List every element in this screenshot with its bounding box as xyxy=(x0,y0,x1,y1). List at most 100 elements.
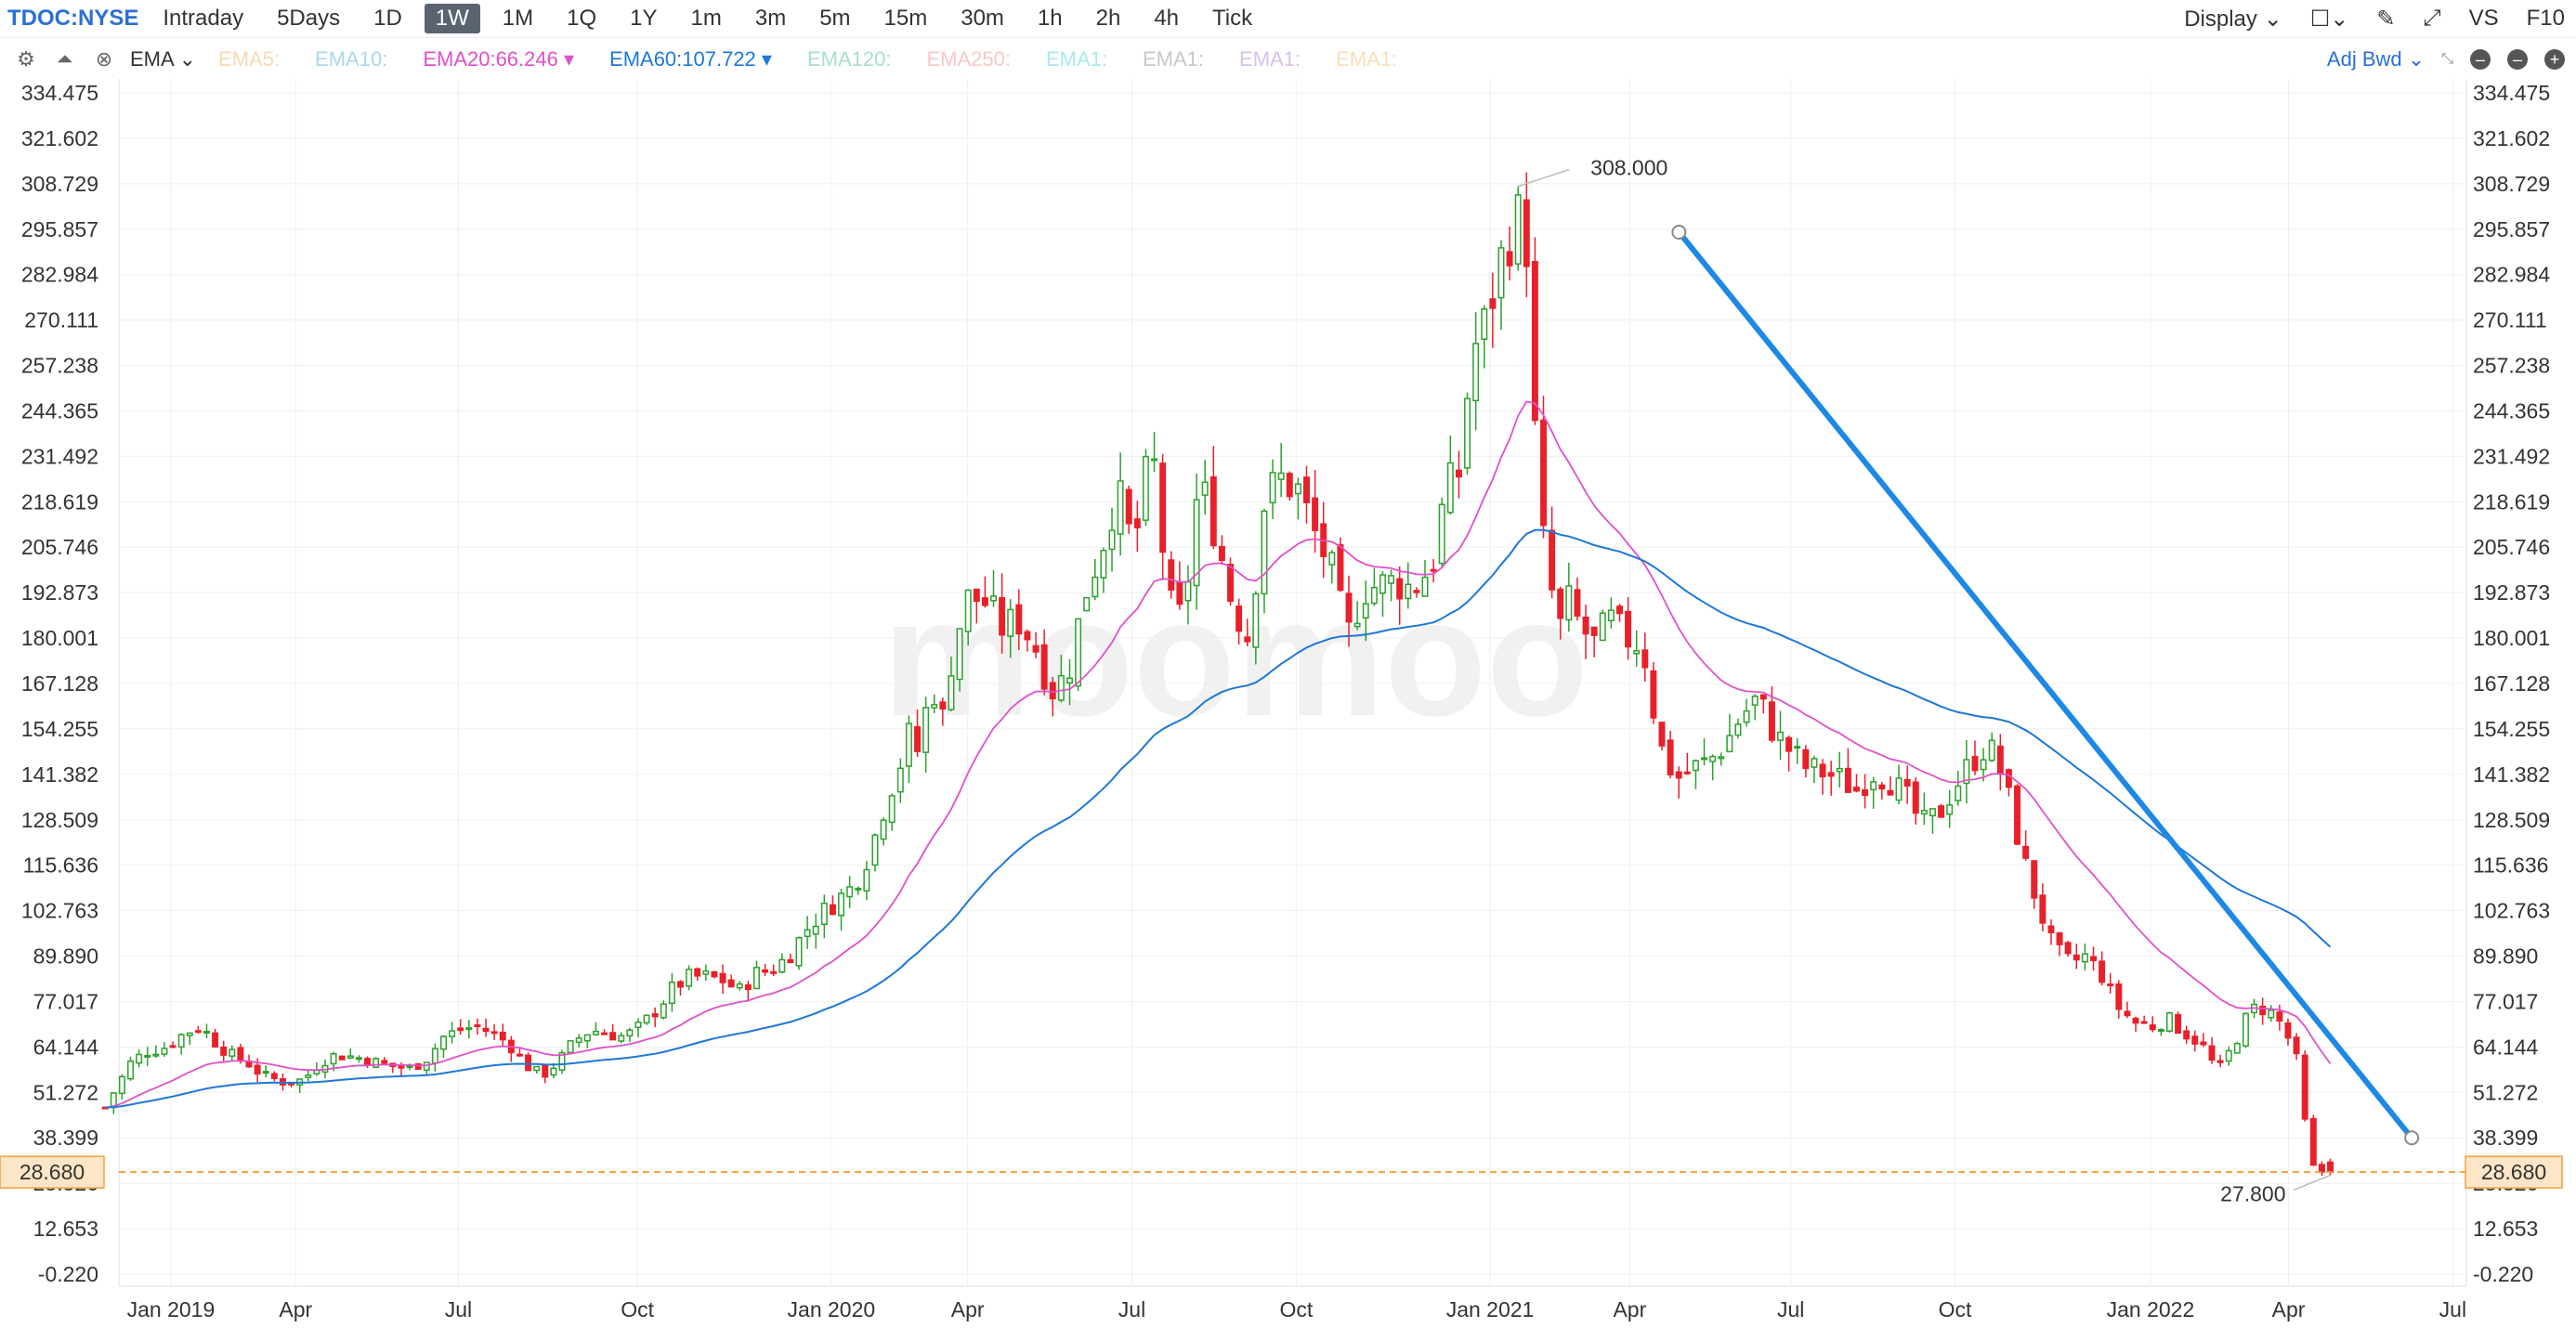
y-tick-label-left: 141.382 xyxy=(21,762,98,787)
candle-down xyxy=(1540,419,1547,527)
y-tick-label-right: 64.144 xyxy=(2473,1035,2539,1059)
candle-down xyxy=(1844,767,1851,793)
candle-down xyxy=(1938,805,1945,818)
y-tick-label-right: 282.984 xyxy=(2473,263,2550,287)
candle-up xyxy=(533,1065,541,1072)
candle-up xyxy=(575,1037,582,1044)
candle-up xyxy=(618,1035,625,1042)
candle-up xyxy=(1261,510,1268,595)
candle-down xyxy=(981,597,988,606)
candle-down xyxy=(194,1030,202,1034)
candle-down xyxy=(1590,626,1598,636)
y-tick-label-left: 282.984 xyxy=(21,263,98,287)
candle-down xyxy=(829,904,836,916)
candle-down xyxy=(1641,649,1649,669)
candle-down xyxy=(1582,616,1589,635)
candle-up xyxy=(668,982,675,1005)
candle-up xyxy=(1269,472,1276,504)
candle-down xyxy=(2216,1060,2224,1063)
candle-down xyxy=(1903,778,1911,788)
candle-down xyxy=(1024,631,1031,641)
x-tick-label: Jul xyxy=(1118,1297,1145,1321)
y-tick-label-right: 270.111 xyxy=(2473,308,2547,332)
candle-up xyxy=(1955,785,1962,801)
price-chart[interactable]: moomoo334.475 334.475321.602 321.602308.72… xyxy=(0,0,2576,1328)
x-tick-label: Oct xyxy=(1279,1297,1313,1321)
candle-down xyxy=(169,1045,177,1048)
candle-down xyxy=(1785,736,1793,752)
candle-up xyxy=(660,1003,667,1019)
candle-up xyxy=(1794,746,1801,749)
candle-up xyxy=(643,1014,650,1024)
x-tick-label: Jan 2021 xyxy=(1446,1297,1535,1321)
candle-down xyxy=(1049,682,1056,700)
y-tick-label-left: 89.890 xyxy=(33,944,98,969)
candle-down xyxy=(270,1073,278,1079)
candle-up xyxy=(1870,781,1877,791)
candle-up xyxy=(871,834,879,866)
x-tick-label: Apr xyxy=(2272,1297,2306,1321)
y-tick-label-right: -0.220 xyxy=(2473,1262,2533,1286)
candle-up xyxy=(449,1030,456,1037)
candle-down xyxy=(2318,1164,2325,1173)
y-tick-label-left: 334.475 xyxy=(21,81,98,105)
candle-down xyxy=(770,970,778,974)
candle-up xyxy=(1446,462,1454,514)
y-tick-label-right: 257.238 xyxy=(2473,354,2550,378)
candle-up xyxy=(838,892,845,917)
x-tick-label: Apr xyxy=(951,1297,985,1321)
candle-down xyxy=(2301,1054,2308,1120)
x-tick-label: Apr xyxy=(279,1297,312,1321)
candle-down xyxy=(914,725,922,752)
candle-down xyxy=(711,970,718,978)
candle-down xyxy=(338,1055,346,1061)
candle-up xyxy=(2081,953,2088,963)
candle-down xyxy=(2115,983,2123,1010)
candle-up xyxy=(305,1074,312,1078)
y-tick-label-right: 51.272 xyxy=(2473,1080,2538,1104)
y-tick-label-left: 12.653 xyxy=(33,1217,98,1241)
candle-down xyxy=(1574,589,1581,617)
candle-up xyxy=(262,1071,269,1074)
candle-up xyxy=(1929,808,1936,817)
candle-up xyxy=(820,902,828,925)
candle-down xyxy=(727,979,735,988)
candle-down xyxy=(1227,563,1234,602)
candle-up xyxy=(778,958,786,973)
candle-up xyxy=(626,1029,634,1037)
candle-up xyxy=(1151,458,1158,462)
candle-down xyxy=(1768,701,1775,741)
candle-up xyxy=(355,1057,362,1061)
candle-down xyxy=(1159,462,1167,553)
candle-up xyxy=(1836,767,1843,773)
candle-down xyxy=(1650,670,1657,719)
y-tick-label-right: 167.128 xyxy=(2473,671,2550,696)
candle-up xyxy=(1184,580,1192,602)
candle-up xyxy=(152,1053,160,1057)
candle-up xyxy=(465,1027,473,1031)
candle-down xyxy=(1125,488,1132,525)
candle-down xyxy=(2309,1117,2317,1166)
candle-down xyxy=(787,958,794,964)
candle-down xyxy=(2124,1010,2131,1017)
candle-down xyxy=(1625,610,1632,648)
candle-up xyxy=(1057,674,1065,701)
candle-down xyxy=(525,1054,532,1072)
candle-up xyxy=(1294,483,1301,495)
x-tick-label: Jul xyxy=(445,1297,472,1321)
candle-up xyxy=(634,1022,642,1029)
candle-up xyxy=(1497,247,1505,299)
candle-down xyxy=(2293,1036,2300,1055)
y-tick-label-right: 244.365 xyxy=(2473,398,2550,423)
candle-up xyxy=(931,704,938,709)
candle-down xyxy=(1819,763,1826,777)
candle-down xyxy=(2107,983,2114,987)
candle-down xyxy=(2140,1021,2148,1024)
candle-down xyxy=(694,968,701,977)
candle-up xyxy=(990,595,997,602)
candle-up xyxy=(1777,731,1785,741)
candle-down xyxy=(1887,789,1894,796)
candle-down xyxy=(999,597,1006,636)
candle-up xyxy=(1599,612,1606,642)
y-tick-label-right: 77.017 xyxy=(2473,989,2538,1013)
